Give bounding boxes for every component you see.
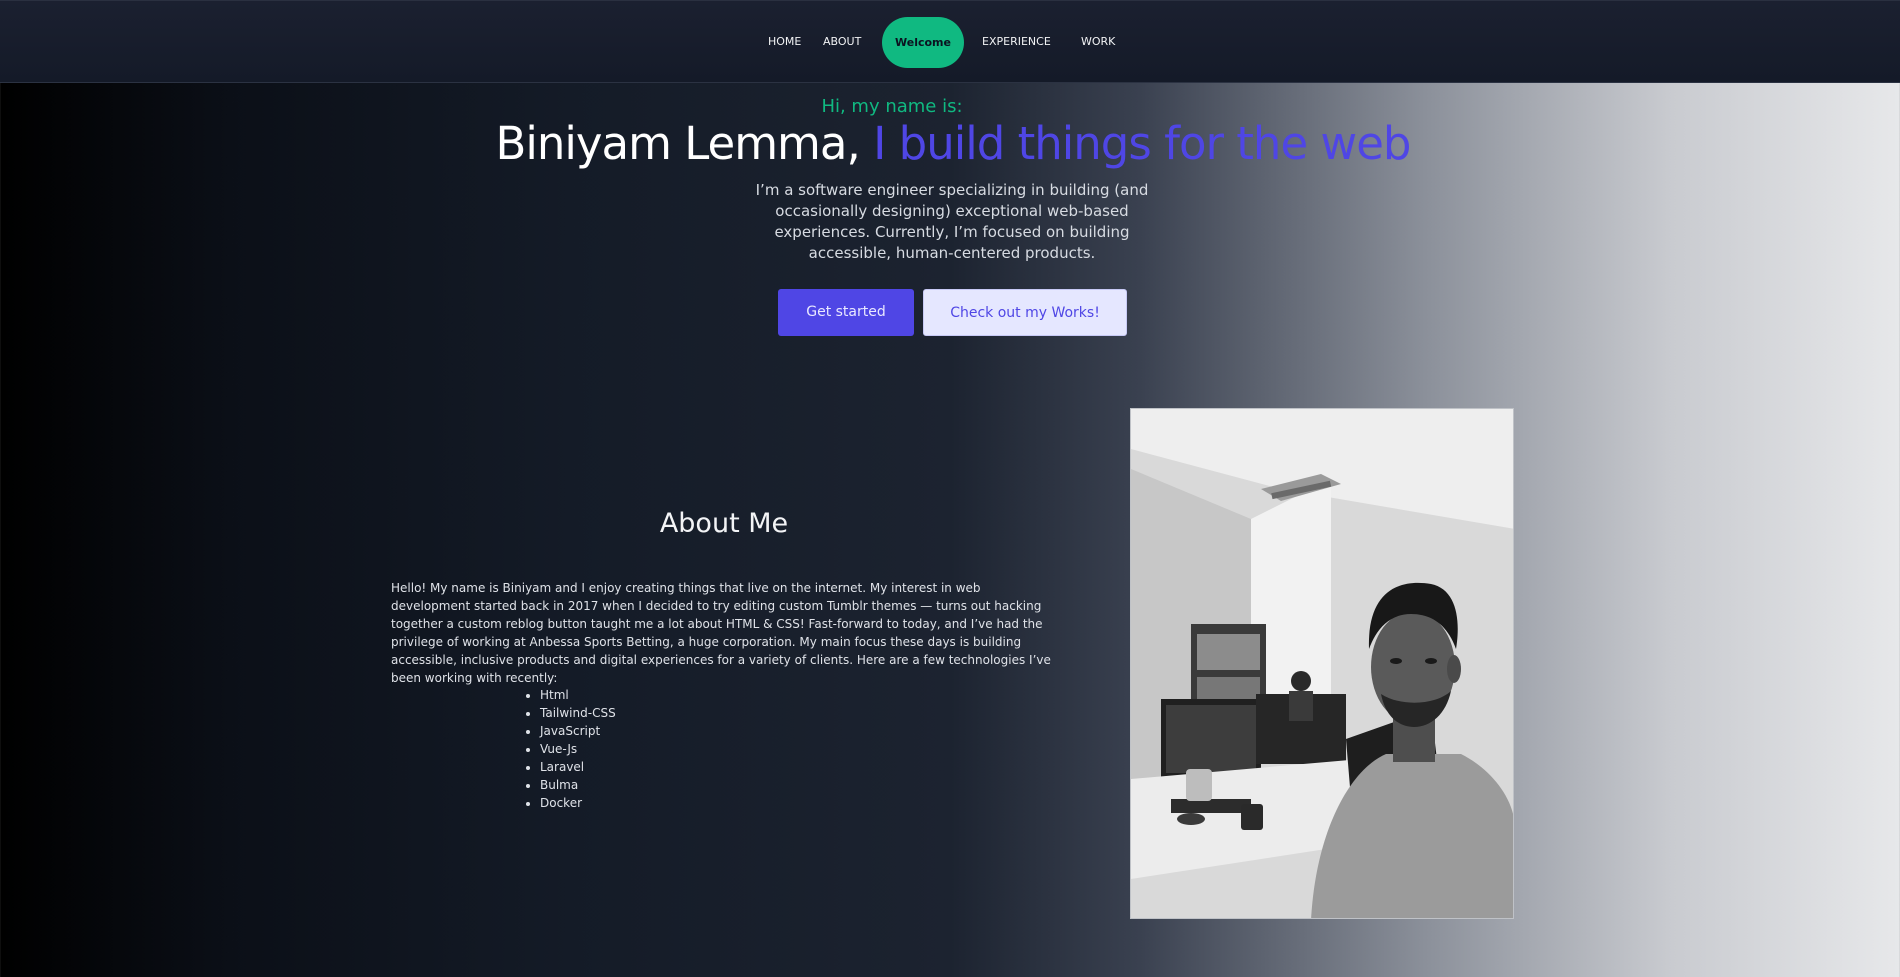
tech-item: Docker [540, 794, 740, 812]
hero-tagline: I build things for the web [873, 117, 1411, 170]
nav-welcome-pill[interactable]: Welcome [882, 17, 964, 68]
hero-name: Biniyam Lemma, [495, 117, 860, 170]
profile-photo [1130, 408, 1514, 919]
check-works-button[interactable]: Check out my Works! [923, 289, 1127, 336]
nav-home-link[interactable]: HOME [768, 1, 801, 83]
hero-description: I’m a software engineer specializing in … [755, 181, 1149, 262]
hero-title: Biniyam Lemma, I build things for the we… [0, 116, 1900, 172]
top-navbar: HOME ABOUT Welcome EXPERIENCE WORK [0, 0, 1900, 82]
tech-item: JavaScript [540, 722, 740, 740]
nav-work-link[interactable]: WORK [1081, 1, 1115, 83]
tech-item: Html [540, 686, 740, 704]
tech-list: Html Tailwind-CSS JavaScript Vue-Js Lara… [540, 686, 740, 812]
tech-item: Vue-Js [540, 740, 740, 758]
tech-item: Laravel [540, 758, 740, 776]
get-started-button[interactable]: Get started [778, 289, 914, 336]
about-title: About Me [659, 508, 789, 539]
tech-item: Tailwind-CSS [540, 704, 740, 722]
nav-about-link[interactable]: ABOUT [823, 1, 861, 83]
nav-experience-link[interactable]: EXPERIENCE [982, 1, 1051, 83]
hero-intro: Hi, my name is: [821, 96, 963, 117]
tech-item: Bulma [540, 776, 740, 794]
about-text: Hello! My name is Biniyam and I enjoy cr… [391, 581, 1051, 685]
